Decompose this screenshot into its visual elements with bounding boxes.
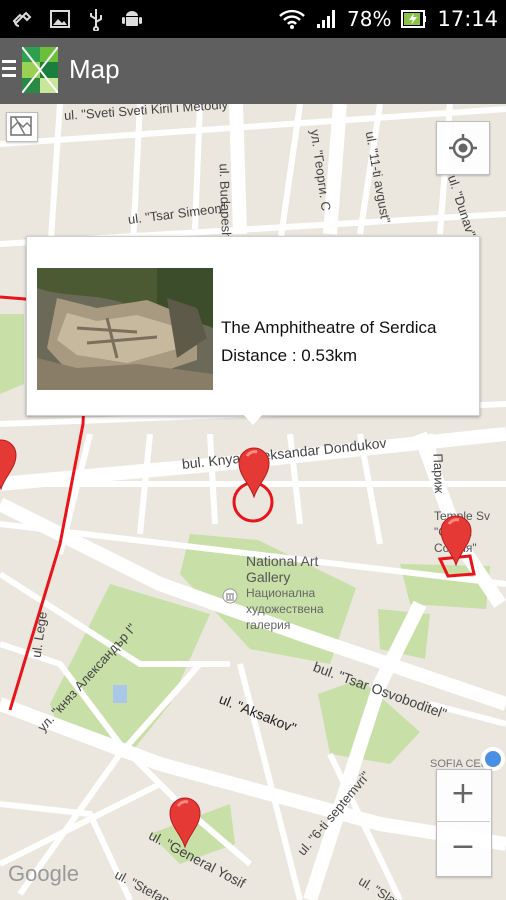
place-distance: Distance : 0.53km xyxy=(221,346,358,365)
zoom-out-button[interactable]: − xyxy=(436,822,490,874)
poi-name: National Art Gallery xyxy=(246,553,319,585)
battery-percent: 78% xyxy=(347,7,392,31)
museum-icon xyxy=(222,588,238,604)
map-marker[interactable] xyxy=(168,796,202,848)
map-marker[interactable] xyxy=(439,514,473,566)
usb-icon xyxy=(90,9,102,31)
map-canvas[interactable] xyxy=(0,104,506,900)
place-info-popup[interactable]: The Amphitheatre of Serdica Distance : 0… xyxy=(26,236,480,416)
place-name: The Amphitheatre of Serdica xyxy=(221,318,437,337)
satellite-icon xyxy=(12,11,32,27)
place-photo xyxy=(37,268,213,390)
map-marker-selected[interactable] xyxy=(237,446,271,498)
page-title: Map xyxy=(69,54,120,84)
street-label: Париж xyxy=(430,453,447,494)
status-bar: 78% 17:14 xyxy=(0,0,506,38)
wifi-icon xyxy=(279,9,305,29)
map-toolbar-button[interactable] xyxy=(6,112,38,142)
street-label: ul. Budapesht xyxy=(216,163,235,244)
google-attribution-logo: Google xyxy=(8,861,79,886)
poi-national-art-gallery[interactable]: National Art Gallery Национална художест… xyxy=(246,553,336,633)
image-icon xyxy=(50,10,70,28)
notification-icons xyxy=(10,7,144,31)
drawer-menu-icon[interactable] xyxy=(2,60,16,81)
crosshair-icon xyxy=(449,134,477,162)
map-view[interactable]: ul. "Sveti Sveti Kiril i Metodiy" ul. "T… xyxy=(0,104,506,900)
signal-icon xyxy=(317,10,336,28)
popup-pointer xyxy=(242,413,264,425)
android-icon xyxy=(122,11,142,26)
app-bar: Map xyxy=(0,38,506,104)
zoom-in-button[interactable]: + xyxy=(436,769,490,822)
poi-name-bg: Национална художествена галерия xyxy=(246,586,324,632)
map-toolbar-icon xyxy=(10,116,32,136)
map-marker[interactable] xyxy=(0,438,18,490)
battery-charging-icon xyxy=(401,10,427,28)
app-logo-icon[interactable] xyxy=(22,47,58,93)
clock: 17:14 xyxy=(437,7,498,31)
my-location-button[interactable] xyxy=(436,121,490,175)
